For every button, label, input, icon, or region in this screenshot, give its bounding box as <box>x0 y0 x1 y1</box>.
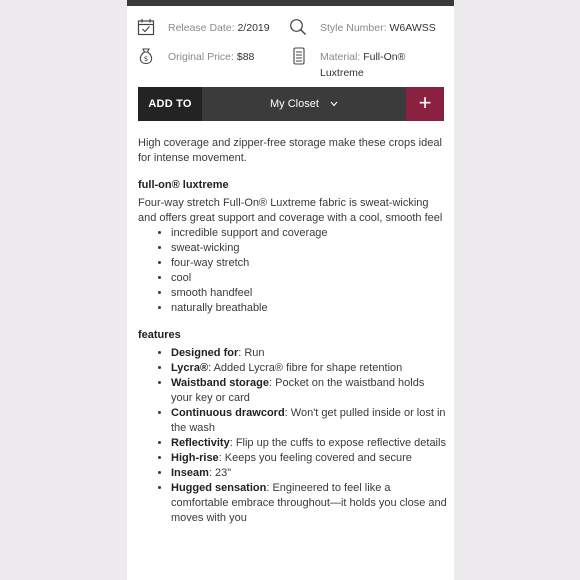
feature-item: Reflectivity: Flip up the cuffs to expos… <box>171 436 448 451</box>
fabric-tag-icon <box>292 47 306 70</box>
feature-name: Inseam <box>171 467 209 479</box>
chevron-down-icon <box>330 87 338 121</box>
feature-item: Continuous drawcord: Won't get pulled in… <box>171 406 448 436</box>
fabric-description: Four-way stretch Full-On® Luxtreme fabri… <box>138 197 443 224</box>
material-value-line2: Luxtreme <box>320 67 364 79</box>
feature-name: Reflectivity <box>171 437 230 449</box>
release-date-label: Release Date: <box>168 22 235 34</box>
money-bag-icon: $ <box>137 47 155 70</box>
feature-item: Inseam: 23" <box>171 466 448 481</box>
release-date-value: 2/2019 <box>237 22 270 34</box>
feature-text: : Keeps you feeling covered and secure <box>218 452 412 464</box>
material-label: Material: <box>320 51 361 63</box>
add-plus-button[interactable]: + <box>406 87 444 121</box>
search-icon <box>289 18 307 41</box>
style-number: Style Number: W6AWSS <box>320 20 436 36</box>
features-title: features <box>138 329 181 341</box>
style-number-value: W6AWSS <box>389 22 436 34</box>
material: Material: Full-On® Luxtreme <box>320 49 405 81</box>
feature-text: : Run <box>238 347 265 359</box>
original-price: Original Price: $88 <box>168 49 254 65</box>
product-details-panel: Release Date: 2/2019 Style Number: W6AWS… <box>127 0 454 580</box>
add-to-closet-bar: ADD TO My Closet + <box>138 87 444 121</box>
original-price-label: Original Price: <box>168 51 234 63</box>
product-description: High coverage and zipper-free storage ma… <box>138 136 448 526</box>
svg-text:$: $ <box>144 55 148 63</box>
feature-item: Designed for: Run <box>171 346 448 361</box>
closet-dropdown-label: My Closet <box>270 98 319 110</box>
feature-name: Waistband storage <box>171 377 269 389</box>
fabric-points-list: incredible support and coverage sweat-wi… <box>138 226 448 316</box>
top-bar <box>127 0 454 6</box>
original-price-value: $88 <box>236 51 255 63</box>
feature-name: Lycra® <box>171 362 209 374</box>
feature-name: Designed for <box>171 347 239 359</box>
list-item: incredible support and coverage <box>171 226 448 241</box>
release-date: Release Date: 2/2019 <box>168 20 270 36</box>
feature-text: : 23" <box>208 467 232 479</box>
feature-item: Hugged sensation: Engineered to feel lik… <box>171 481 448 526</box>
feature-text: : Added Lycra® fibre for shape retention <box>208 362 403 374</box>
feature-text: : Flip up the cuffs to expose reflective… <box>229 437 446 449</box>
features-list: Designed for: Run Lycra®: Added Lycra® f… <box>138 346 448 526</box>
list-item: four-way stretch <box>171 256 448 271</box>
feature-name: Continuous drawcord <box>171 407 285 419</box>
add-to-button[interactable]: ADD TO <box>138 87 202 121</box>
feature-item: Lycra®: Added Lycra® fibre for shape ret… <box>171 361 448 376</box>
plus-icon: + <box>418 90 432 115</box>
style-number-label: Style Number: <box>320 22 387 34</box>
fabric-title: full-on® luxtreme <box>138 179 229 191</box>
list-item: naturally breathable <box>171 301 448 316</box>
calendar-icon <box>137 18 155 41</box>
feature-name: High-rise <box>171 452 219 464</box>
feature-item: Waistband storage: Pocket on the waistba… <box>171 376 448 406</box>
list-item: smooth handfeel <box>171 286 448 301</box>
feature-item: High-rise: Keeps you feeling covered and… <box>171 451 448 466</box>
closet-dropdown[interactable]: My Closet <box>202 87 406 121</box>
list-item: sweat-wicking <box>171 241 448 256</box>
material-value-line1: Full-On® <box>363 51 406 63</box>
list-item: cool <box>171 271 448 286</box>
feature-name: Hugged sensation <box>171 482 267 494</box>
intro-text: High coverage and zipper-free storage ma… <box>138 137 442 164</box>
